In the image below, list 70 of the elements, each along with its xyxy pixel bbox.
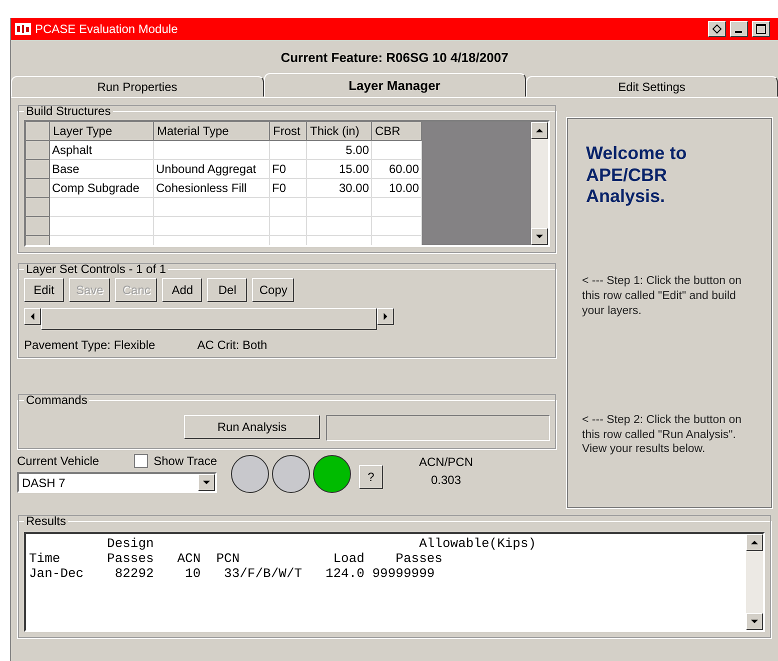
column-header: Material Type: [154, 122, 270, 141]
results-line: Jan-Dec 82292 10 33/F/B/W/T 124.0 99999999: [29, 566, 436, 581]
table-cell: [270, 217, 307, 236]
table-cell: [307, 198, 372, 217]
row-header[interactable]: [26, 141, 50, 160]
vehicle-dropdown[interactable]: DASH 7: [17, 472, 217, 493]
ac-crit: AC Crit: Both: [197, 338, 268, 352]
maximize-button[interactable]: [752, 21, 770, 37]
restore-button[interactable]: [708, 21, 726, 37]
down-arrow-icon: [751, 618, 758, 625]
app-logo-icon: [15, 23, 31, 35]
toolbar-button[interactable]: Add: [162, 278, 202, 302]
table-cell: [270, 141, 307, 160]
welcome-heading: Welcome to APE/CBR Analysis.: [585, 143, 688, 208]
window-title: PCASE Evaluation Module: [35, 22, 178, 36]
diamond-icon: [712, 24, 722, 34]
row-header[interactable]: [26, 179, 50, 198]
pavement-type: Pavement Type: Flexible: [24, 338, 156, 352]
table-cell: Unbound Aggregat: [154, 160, 270, 179]
tab[interactable]: Edit Settings: [526, 76, 778, 97]
column-header: Layer Type: [50, 122, 154, 141]
results-line: Design Allowable(Kips): [106, 536, 538, 551]
group-title: Build Structures: [25, 104, 112, 118]
show-trace-checkbox[interactable]: [134, 454, 148, 468]
toolbar-button[interactable]: Copy: [252, 278, 294, 302]
help-button[interactable]: ?: [359, 465, 383, 489]
group-title: Commands: [25, 393, 88, 407]
acn-pcn-label: ACN/PCN: [419, 455, 474, 469]
current-feature: Current Feature: R06SG 10 4/18/2007: [280, 49, 510, 67]
up-arrow-icon: [751, 539, 758, 546]
dropdown-arrow-icon: [203, 479, 210, 486]
acn-pcn-value: 0.303: [430, 473, 462, 487]
table-cell: F0: [270, 160, 307, 179]
group-title: Results: [25, 514, 68, 528]
table-cell: 5.00: [307, 141, 372, 160]
row-header[interactable]: [26, 160, 50, 179]
step-text: < --- Step 2: Click the button on this row called "Run Analysis". View your results below.: [582, 412, 742, 458]
table-cell: Asphalt: [50, 141, 154, 160]
tab[interactable]: Run Properties: [11, 76, 264, 97]
column-header: CBR: [372, 122, 422, 141]
horizontal-scrollbar[interactable]: [24, 308, 394, 330]
down-arrow-icon: [536, 233, 543, 240]
up-arrow-icon: [536, 127, 543, 134]
maximize-icon: [756, 24, 766, 34]
row-header[interactable]: [26, 217, 50, 236]
table-cell: Comp Subgrade: [50, 179, 154, 198]
toolbar-button[interactable]: Edit: [24, 278, 64, 302]
table-cell: [270, 198, 307, 217]
minimize-button[interactable]: [730, 21, 748, 37]
table-cell: Base: [50, 160, 154, 179]
table-cell: 15.00: [307, 160, 372, 179]
left-arrow-icon: [29, 313, 36, 320]
table-cell: F0: [270, 179, 307, 198]
table-cell: 30.00: [307, 179, 372, 198]
toolbar-button[interactable]: Del: [207, 278, 248, 302]
tab[interactable]: Layer Manager: [264, 73, 526, 97]
vertical-scrollbar[interactable]: [531, 122, 548, 245]
results-line: Time Passes ACN PCN Load Passes: [29, 551, 444, 566]
row-header[interactable]: [26, 198, 50, 217]
run-analysis-button[interactable]: Run Analysis: [184, 415, 320, 439]
table-cell: [307, 217, 372, 236]
column-header: Frost: [270, 122, 307, 141]
step-text: < --- Step 1: Click the button on this row called "Edit" and build your layers.: [582, 274, 742, 319]
group-title: Layer Set Controls - 1 of 1: [25, 262, 168, 276]
vertical-scrollbar[interactable]: [746, 534, 763, 630]
table-cell: Cohesionless Fill: [154, 179, 270, 198]
right-arrow-icon: [382, 313, 389, 320]
column-header: Thick (in): [307, 122, 372, 141]
checkbox-label: Show Trace: [154, 454, 217, 468]
vehicle-label: Current Vehicle: [17, 454, 100, 468]
